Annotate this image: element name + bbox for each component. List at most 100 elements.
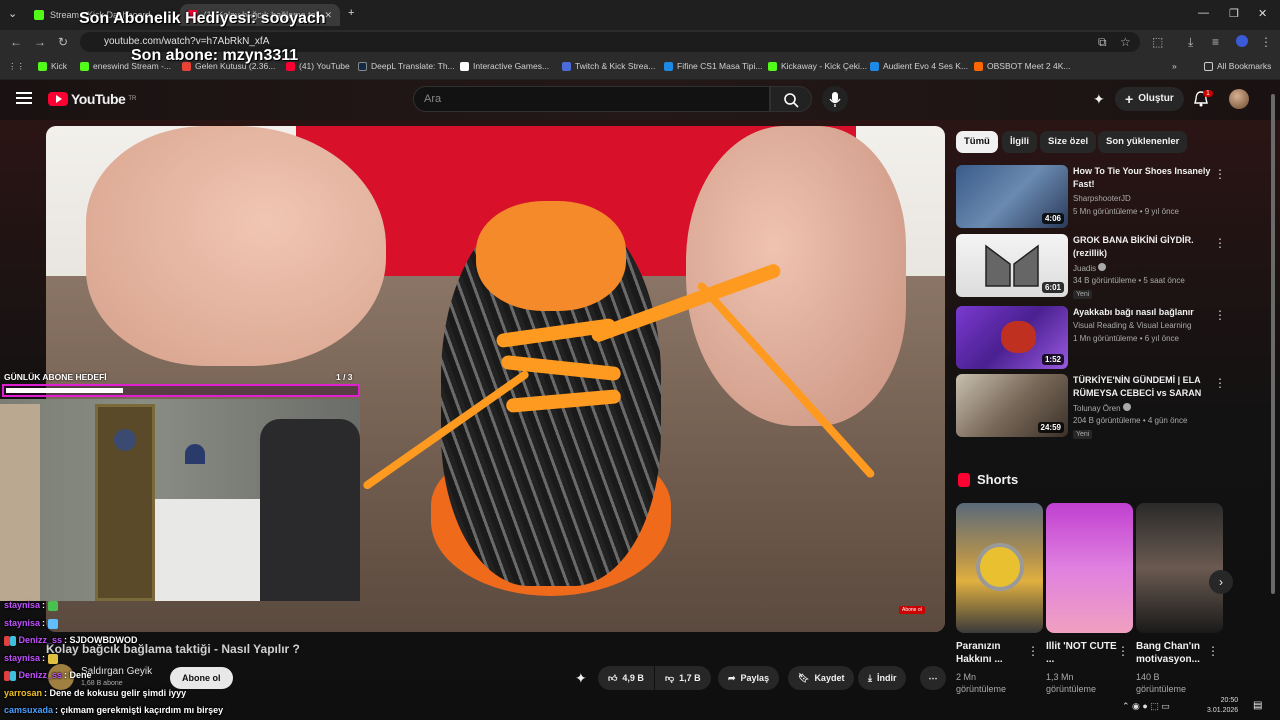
webcam-overlay: [0, 399, 360, 601]
bookmark-item[interactable]: Fifine CS1 Masa Tipi...: [664, 61, 763, 71]
recommended-channel[interactable]: Visual Reading & Visual Learning: [1073, 321, 1191, 330]
restore-button[interactable]: ❐: [1229, 7, 1239, 20]
more-actions-button[interactable]: ⋯: [920, 666, 946, 690]
more-options-icon[interactable]: ⋮: [1117, 644, 1129, 658]
back-icon[interactable]: ←: [10, 35, 22, 49]
short-thumbnail[interactable]: [1136, 503, 1223, 633]
shoe-graphic: [1001, 321, 1036, 353]
download-button[interactable]: ⤓ İndir: [858, 666, 907, 690]
video-thumbnail[interactable]: 4:06: [956, 165, 1068, 228]
reading-list-icon[interactable]: ≡: [1212, 35, 1219, 49]
recommended-title[interactable]: TÜRKİYE'NİN GÜNDEMİ | ELA RÜMEYSA CEBECİ…: [1073, 374, 1211, 400]
download-icon[interactable]: ⤓: [1188, 35, 1193, 50]
page-scrollbar[interactable]: [1271, 94, 1275, 594]
recommended-title[interactable]: Ayakkabı bağı nasıl bağlanır: [1073, 306, 1211, 319]
download-label: İndir: [876, 673, 897, 683]
minimize-button[interactable]: —: [1198, 7, 1209, 19]
bookmark-item[interactable]: Interactive Games...: [460, 61, 549, 71]
bookmark-item[interactable]: OBSBOT Meet 2 4K...: [974, 61, 1070, 71]
chip-related[interactable]: İlgili: [1002, 131, 1037, 153]
menu-icon[interactable]: ⋮: [1260, 35, 1272, 49]
more-bookmarks-icon[interactable]: »: [1172, 61, 1177, 71]
save-button[interactable]: 🔖︎ Kaydet: [788, 666, 855, 690]
chip-all[interactable]: Tümü: [956, 131, 998, 153]
close-window-button[interactable]: ✕: [1258, 7, 1267, 20]
all-bookmarks[interactable]: All Bookmarks: [1204, 61, 1271, 71]
duration-badge: 24:59: [1037, 422, 1064, 433]
dislike-button[interactable]: 👎︎ 1,7 B: [655, 666, 711, 690]
short-views: 2 Mn görüntüleme: [956, 672, 1007, 694]
tab-search-icon[interactable]: ⌄: [8, 7, 17, 20]
watch-graphic: [976, 543, 1024, 591]
heart-emote-icon: [47, 618, 58, 629]
recommended-video[interactable]: 1:52 Ayakkabı bağı nasıl bağlanır Visual…: [956, 306, 1236, 370]
create-button[interactable]: + Oluştur: [1115, 87, 1184, 111]
system-tray-icons[interactable]: ⌃ ◉ ● ⬚ ▭: [1122, 701, 1170, 712]
new-tab-button[interactable]: +: [348, 7, 354, 19]
forward-icon[interactable]: →: [34, 35, 46, 49]
short-title[interactable]: Illit 'NOT CUTE ...: [1046, 640, 1118, 666]
short-thumbnail[interactable]: [1046, 503, 1133, 633]
extensions-icon[interactable]: ⬚: [1152, 35, 1163, 49]
recommended-title[interactable]: How To Tie Your Shoes Insanely Fast!: [1073, 165, 1211, 191]
chat-message: yarrosan: Dene de kokusu gelir şimdi iyy…: [4, 688, 187, 698]
cast-icon[interactable]: ⧉: [1098, 35, 1107, 50]
shorts-icon: [958, 473, 970, 487]
youtube-logo[interactable]: YouTube TR: [48, 91, 136, 107]
webcam-drawer: [155, 499, 270, 601]
chat-user: Denizz_ss: [18, 635, 63, 645]
sub-goal-fill: [6, 388, 123, 393]
chat-text: Dene de kokusu gelir şimdi iyyy: [49, 688, 187, 698]
chat-message: camsuxada: çıkmam gerekmişti kaçırdım mı…: [4, 705, 224, 715]
system-clock[interactable]: 20:50 3.01.2026: [1207, 696, 1238, 716]
recommended-video[interactable]: 6:01 GROK BANA BİKİNİ GİYDİR. (rezillik)…: [956, 234, 1236, 299]
share-button[interactable]: ➦ Paylaş: [718, 666, 780, 690]
create-label: Oluştur: [1138, 93, 1174, 104]
recommended-video[interactable]: 24:59 TÜRKİYE'NİN GÜNDEMİ | ELA RÜMEYSA …: [956, 374, 1236, 439]
webcam-globe: [114, 429, 136, 451]
voice-search-button[interactable]: [822, 86, 848, 112]
more-options-icon[interactable]: ⋮: [1214, 236, 1226, 250]
recommended-channel[interactable]: SharpshooterJD: [1073, 194, 1131, 203]
account-avatar[interactable]: [1229, 89, 1249, 109]
save-label: Kaydet: [814, 673, 845, 683]
like-button[interactable]: 👍︎ 4,9 B: [598, 666, 654, 690]
subscribe-watermark[interactable]: Abone ol: [899, 606, 925, 614]
search-input[interactable]: Ara: [413, 86, 770, 112]
bookmark-item[interactable]: Twitch & Kick Strea...: [562, 61, 655, 71]
chip-recent[interactable]: Son yüklenenler: [1098, 131, 1188, 153]
bookmark-item[interactable]: Kickaway - Kick Çeki...: [768, 61, 867, 71]
profile-icon[interactable]: [1236, 35, 1248, 47]
search-button[interactable]: [770, 86, 812, 112]
apps-icon[interactable]: ⋮⋮: [8, 61, 25, 72]
recommended-video[interactable]: 4:06 How To Tie Your Shoes Insanely Fast…: [956, 165, 1236, 229]
more-options-icon[interactable]: ⋮: [1214, 167, 1226, 181]
notification-center-icon[interactable]: ▤: [1253, 700, 1262, 711]
bookmark-item[interactable]: DeepL Translate: Th...: [358, 61, 455, 71]
more-options-icon[interactable]: ⋮: [1214, 308, 1226, 322]
video-thumbnail[interactable]: 24:59: [956, 374, 1068, 437]
recommended-channel[interactable]: Juadis: [1073, 263, 1107, 273]
recommended-title[interactable]: GROK BANA BİKİNİ GİYDİR. (rezillik): [1073, 234, 1211, 260]
emote-icon: [47, 600, 58, 611]
bookmark-star-icon[interactable]: ☆: [1120, 35, 1131, 49]
video-thumbnail[interactable]: 1:52: [956, 306, 1068, 369]
premium-icon[interactable]: ✦: [575, 670, 587, 687]
more-options-icon[interactable]: ⋮: [1207, 644, 1219, 658]
recommended-channel[interactable]: Tolunay Ören: [1073, 403, 1131, 413]
shorts-next-button[interactable]: ›: [1209, 570, 1233, 594]
more-options-icon[interactable]: ⋮: [1027, 644, 1039, 658]
short-title[interactable]: Bang Chan'ın motivasyon...: [1136, 640, 1208, 666]
more-options-icon[interactable]: ⋮: [1214, 376, 1226, 390]
video-thumbnail[interactable]: 6:01: [956, 234, 1068, 297]
bookmark-item[interactable]: Kick: [38, 61, 67, 71]
short-thumbnail[interactable]: [956, 503, 1043, 633]
guide-menu-icon[interactable]: [16, 92, 32, 104]
bookmark-item[interactable]: Audient Evo 4 Ses K...: [870, 61, 968, 71]
reload-icon[interactable]: ↻: [58, 35, 68, 49]
short-title[interactable]: Paranızın Hakkını ...: [956, 640, 1028, 666]
folder-icon: [1204, 61, 1213, 71]
new-badge: Yeni: [1073, 290, 1093, 299]
premium-icon[interactable]: ✦: [1093, 91, 1105, 108]
chip-for-you[interactable]: Size özel: [1040, 131, 1097, 153]
